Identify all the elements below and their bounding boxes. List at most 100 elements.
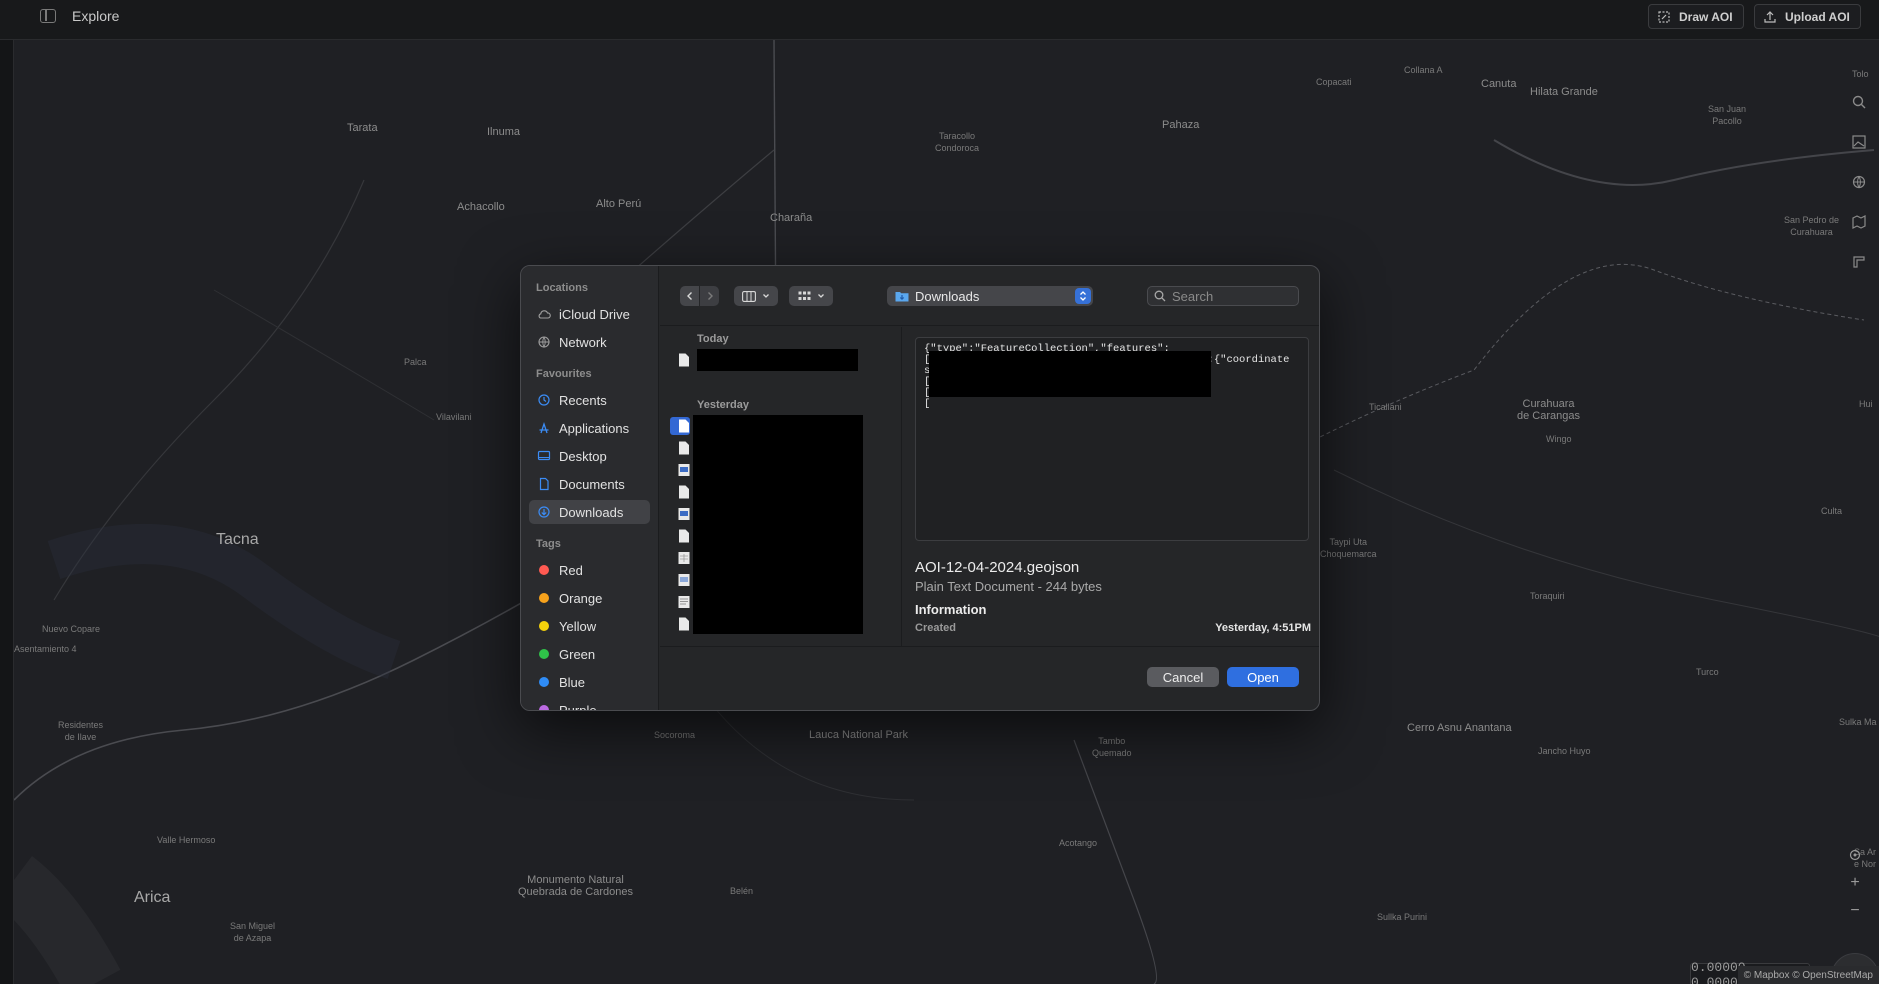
tag-item-purple[interactable]: Purple (529, 698, 650, 710)
search-input[interactable] (1172, 288, 1292, 304)
file-icon (679, 485, 689, 499)
preview-filename: AOI-12-04-2024.geojson (915, 559, 1080, 576)
sidebar-item-label: Recents (559, 392, 607, 408)
page-title: Explore (72, 8, 120, 24)
green-tag-dot-icon (539, 649, 549, 659)
grid-options-toggle[interactable] (789, 286, 833, 306)
search-field[interactable] (1147, 286, 1299, 306)
redacted-coordinates (929, 351, 1211, 397)
sidebar-item-label: Network (559, 334, 607, 350)
sidebar-item-applications[interactable]: Applications (529, 416, 650, 440)
file-row[interactable] (660, 503, 901, 525)
columns-icon (742, 290, 756, 302)
created-value: Yesterday, 4:51PM (1215, 622, 1311, 634)
map-place: Ilnuma (487, 126, 521, 138)
grid-icon (798, 291, 810, 300)
image-file-icon (678, 508, 690, 520)
sidebar-item-label: iCloud Drive (559, 306, 630, 322)
file-list[interactable]: Today Yesterday (660, 327, 902, 646)
yesterday-files (660, 415, 901, 635)
file-row-selected[interactable] (660, 415, 901, 437)
file-row[interactable] (660, 349, 901, 371)
tag-item-blue[interactable]: Blue (529, 670, 650, 694)
group-by-button[interactable] (789, 286, 833, 306)
sidebar-item-recents[interactable]: Recents (529, 388, 650, 412)
left-rail (0, 40, 14, 984)
blue-tag-dot-icon (539, 677, 549, 687)
sidebar-item-downloads[interactable]: Downloads (529, 500, 650, 524)
tag-label: Red (559, 562, 583, 578)
file-row[interactable] (660, 591, 901, 613)
map-place: Valle Hermoso (157, 835, 216, 845)
search-icon (1154, 290, 1166, 302)
map-globe-button[interactable] (1845, 168, 1873, 196)
sidebar-item-desktop[interactable]: Desktop (529, 444, 650, 468)
map-tools (1839, 88, 1879, 288)
tag-item-red[interactable]: Red (529, 558, 650, 582)
locate-icon (1849, 849, 1861, 861)
map-place: Socoroma (654, 730, 696, 740)
map-place: Hilata Grande (1530, 86, 1598, 98)
cancel-button[interactable]: Cancel (1147, 667, 1219, 687)
upload-aoi-button[interactable]: Upload AOI (1754, 4, 1861, 29)
map-measure-button[interactable] (1845, 248, 1873, 276)
locate-button[interactable] (1842, 842, 1868, 868)
file-row[interactable] (660, 481, 901, 503)
tag-item-yellow[interactable]: Yellow (529, 614, 650, 638)
sidebar-item-label: Desktop (559, 448, 607, 464)
tag-item-orange[interactable]: Orange (529, 586, 650, 610)
map-place: Sulka Ma (1839, 717, 1877, 727)
image-icon (1852, 135, 1866, 149)
folder-icon (895, 292, 909, 302)
created-label: Created (915, 622, 956, 634)
map-place: Toraquiri (1530, 591, 1565, 601)
map-attribution[interactable]: © Mapbox © OpenStreetMap (1737, 966, 1879, 984)
zoom-in-button[interactable]: + (1842, 870, 1868, 896)
file-row[interactable] (660, 525, 901, 547)
sidebar-toggle-icon[interactable] (40, 9, 56, 23)
sidebar-item-network[interactable]: Network (529, 330, 650, 354)
chevron-down-icon (763, 294, 769, 298)
tag-label: Orange (559, 590, 603, 606)
map-place: Taracollo Condoroca (935, 131, 980, 153)
sidebar-item-documents[interactable]: Documents (529, 472, 650, 496)
map-place: Vilavilani (436, 412, 472, 422)
file-row[interactable] (660, 613, 901, 635)
tag-item-green[interactable]: Green (529, 642, 650, 666)
file-row[interactable] (660, 459, 901, 481)
forward-button[interactable] (700, 286, 719, 306)
column-view-toggle[interactable] (734, 286, 778, 306)
dialog-footer: Cancel Open (660, 646, 1319, 710)
locations-heading: Locations (536, 282, 588, 294)
map-place: Achacollo (457, 201, 505, 213)
map-place: Lauca National Park (809, 729, 909, 741)
sidebar-item-label: Documents (559, 476, 625, 492)
file-row[interactable] (660, 437, 901, 459)
location-select[interactable]: Downloads (887, 286, 1093, 306)
upload-icon (1764, 10, 1776, 23)
map-place: Jancho Huyo (1538, 746, 1591, 756)
draw-aoi-button[interactable]: Draw AOI (1648, 4, 1744, 29)
map-place: Charaña (770, 212, 813, 224)
map-layers-button[interactable] (1845, 208, 1873, 236)
draw-aoi-label: Draw AOI (1679, 9, 1733, 24)
map-search-button[interactable] (1845, 88, 1873, 116)
back-button[interactable] (680, 286, 699, 306)
zoom-out-button[interactable]: − (1842, 898, 1868, 924)
globe-icon (1852, 175, 1866, 189)
open-button[interactable]: Open (1227, 667, 1299, 687)
view-mode-button[interactable] (734, 286, 778, 306)
file-row[interactable] (660, 569, 901, 591)
sidebar-item-label: Applications (559, 420, 630, 436)
chevron-down-icon (817, 294, 824, 298)
dialog-toolbar: Downloads (660, 266, 1319, 326)
map-image-button[interactable] (1845, 128, 1873, 156)
file-icon (679, 617, 689, 631)
file-row[interactable] (660, 547, 901, 569)
file-icon (679, 529, 689, 543)
desktop-icon (537, 450, 551, 461)
map-place: Canuta (1481, 78, 1517, 90)
file-icon (679, 441, 689, 455)
map-place: Residentes de Ilave (58, 720, 104, 742)
sidebar-item-icloud-drive[interactable]: iCloud Drive (529, 302, 650, 326)
